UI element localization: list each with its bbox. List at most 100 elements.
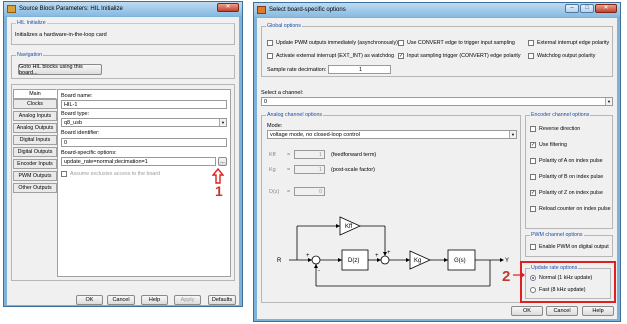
diagram-minus-1: - xyxy=(318,268,320,274)
normal-rate-radio-dot xyxy=(530,275,536,281)
polarity-b-checkbox[interactable]: Polarity of B on index pulse xyxy=(530,174,603,180)
exclusive-access-label: Assume exclusive access to the board xyxy=(70,171,161,177)
watchdog-label: Watchdog output polarity xyxy=(537,53,596,59)
ext-interrupt-label: External interrupt edge polarity xyxy=(537,40,610,46)
tab-digital-outputs[interactable]: Digital Outputs xyxy=(13,147,57,157)
right-title-bar[interactable]: Select board-specific options – □ ✕ xyxy=(254,3,620,17)
chevron-down-icon: ▼ xyxy=(219,119,226,126)
tab-other-outputs[interactable]: Other Outputs xyxy=(13,183,57,193)
board-identifier-label: Board identifier: xyxy=(61,130,100,136)
diagram-plus-2: + xyxy=(375,253,379,259)
simulink-block-icon xyxy=(7,5,16,13)
left-help-button[interactable]: Help xyxy=(141,295,168,305)
watchdog-polarity-checkbox[interactable]: Watchdog output polarity xyxy=(528,53,595,59)
normal-rate-radio[interactable]: Normal (1 kHz update) xyxy=(530,275,592,281)
fast-rate-radio[interactable]: Fast (8 kHz update) xyxy=(530,287,586,293)
use-convert-label: Use CONVERT edge to trigger input sampli… xyxy=(407,40,515,46)
right-help-button[interactable]: Help xyxy=(582,306,614,316)
right-arrow-annotation-icon xyxy=(513,272,525,278)
update-pwm-checkbox[interactable]: Update PWM outputs immediately (asynchro… xyxy=(267,40,398,46)
tab-main[interactable]: Main xyxy=(13,89,57,99)
tab-digital-inputs[interactable]: Digital Inputs xyxy=(13,135,57,145)
ext-interrupt-box xyxy=(528,40,534,46)
input-sampling-box: ✓ xyxy=(398,53,404,59)
input-sampling-label: Input sampling trigger (CONVERT) edge po… xyxy=(407,53,521,59)
right-ok-button[interactable]: OK xyxy=(511,306,543,316)
enable-pwm-checkbox[interactable]: Enable PWM on digital output xyxy=(530,244,609,250)
polarity-a-label: Polarity of A on index pulse xyxy=(539,158,603,164)
tab-analog-outputs[interactable]: Analog Outputs xyxy=(13,123,57,133)
pwm-options-legend: PWM channel options xyxy=(530,232,584,239)
global-options-legend: Global options xyxy=(266,23,302,30)
polarity-z-box: ✓ xyxy=(530,190,536,196)
use-convert-box xyxy=(398,40,404,46)
chevron-down-icon: ▼ xyxy=(605,98,612,105)
diagram-kg-label: Kg xyxy=(414,258,421,264)
goto-hil-blocks-button[interactable]: Goto HIL blocks using this board... xyxy=(18,64,102,76)
left-title-bar[interactable]: Source Block Parameters: HIL Initialize … xyxy=(4,2,242,16)
left-client-area: HIL Initialize Initializes a hardware-in… xyxy=(7,17,239,305)
minimize-button[interactable]: – xyxy=(565,4,579,13)
update-pwm-label: Update PWM outputs immediately (asynchro… xyxy=(276,40,398,46)
right-close-button[interactable]: ✕ xyxy=(595,4,617,13)
sample-rate-field[interactable]: 1 xyxy=(328,65,391,74)
use-filtering-checkbox[interactable]: ✓ Use filtering xyxy=(530,142,567,148)
right-cancel-button[interactable]: Cancel xyxy=(546,306,578,316)
fast-rate-radio-dot xyxy=(530,287,536,293)
right-window-title: Select board-specific options xyxy=(269,7,346,13)
enable-pwm-box xyxy=(530,244,536,250)
polarity-a-checkbox[interactable]: Polarity of A on index pulse xyxy=(530,158,603,164)
kg-field[interactable]: 1 xyxy=(294,165,325,174)
reload-counter-checkbox[interactable]: Reload counter on index pulse xyxy=(530,206,611,212)
sample-rate-label: Sample rate decimation: xyxy=(267,67,327,73)
mode-select[interactable]: voltage mode, no closed-loop control ▼ xyxy=(267,130,517,139)
left-defaults-button[interactable]: Defaults xyxy=(208,295,236,305)
ext-interrupt-polarity-checkbox[interactable]: External interrupt edge polarity xyxy=(528,40,609,46)
left-apply-button[interactable]: Apply xyxy=(174,295,201,305)
reverse-direction-checkbox[interactable]: Reverse direction xyxy=(530,126,580,132)
kff-equals: = xyxy=(287,152,291,158)
board-type-select[interactable]: q8_usb ▼ xyxy=(61,118,227,127)
kff-field[interactable]: 1 xyxy=(294,150,325,159)
control-loop-diagram: Kff D(z) Kg G(s) R Y + - + + xyxy=(277,216,509,287)
input-sampling-polarity-checkbox[interactable]: ✓ Input sampling trigger (CONVERT) edge p… xyxy=(398,53,521,59)
dz-field[interactable]: 0 xyxy=(294,187,325,196)
board-name-label: Board name: xyxy=(61,93,93,99)
board-specific-options-field[interactable]: update_rate=normal;decimation=1 xyxy=(61,157,216,166)
reload-counter-box xyxy=(530,206,536,212)
kg-equals: = xyxy=(287,167,291,173)
maximize-button[interactable]: □ xyxy=(580,4,594,13)
normal-rate-label: Normal (1 kHz update) xyxy=(539,275,593,281)
reverse-direction-box xyxy=(530,126,536,132)
reverse-direction-label: Reverse direction xyxy=(539,126,581,132)
update-rate-group: Update rate options xyxy=(525,265,611,299)
activate-ext-int-checkbox[interactable]: Activate external interrupt (EXT_INT) as… xyxy=(267,53,394,59)
tab-analog-inputs[interactable]: Analog Inputs xyxy=(13,111,57,121)
matlab-icon xyxy=(257,6,266,14)
board-type-value: q8_usb xyxy=(64,120,83,126)
exclusive-access-checkbox[interactable]: Assume exclusive access to the board xyxy=(61,171,160,177)
navigation-group: Navigation Goto HIL blocks using this bo… xyxy=(11,52,235,79)
kff-description: (feedforward term) xyxy=(331,152,377,158)
left-ok-button[interactable]: OK xyxy=(76,295,103,305)
tab-clocks[interactable]: Clocks xyxy=(13,99,57,109)
tab-pwm-outputs[interactable]: PWM Outputs xyxy=(13,171,57,181)
update-pwm-box xyxy=(267,40,273,46)
channel-value: 0 xyxy=(264,99,268,105)
watchdog-box xyxy=(528,53,534,59)
browse-options-button[interactable]: ... xyxy=(218,157,227,166)
kff-label: Kff xyxy=(269,152,276,158)
tab-encoder-inputs[interactable]: Encoder Inputs xyxy=(13,159,57,169)
left-close-button[interactable]: ✕ xyxy=(217,3,239,12)
left-cancel-button[interactable]: Cancel xyxy=(107,295,135,305)
polarity-z-checkbox[interactable]: ✓ Polarity of Z on index pulse xyxy=(530,190,603,196)
use-convert-checkbox[interactable]: Use CONVERT edge to trigger input sampli… xyxy=(398,40,515,46)
use-filtering-box: ✓ xyxy=(530,142,536,148)
activate-ext-int-box xyxy=(267,53,273,59)
channel-select[interactable]: 0 ▼ xyxy=(261,97,613,106)
board-type-label: Board type: xyxy=(61,111,90,117)
board-name-field[interactable]: HIL-1 xyxy=(61,100,227,109)
board-identifier-field[interactable]: 0 xyxy=(61,138,227,147)
board-specific-options-label: Board-specific options: xyxy=(61,150,117,156)
up-arrow-annotation-icon xyxy=(212,168,224,184)
